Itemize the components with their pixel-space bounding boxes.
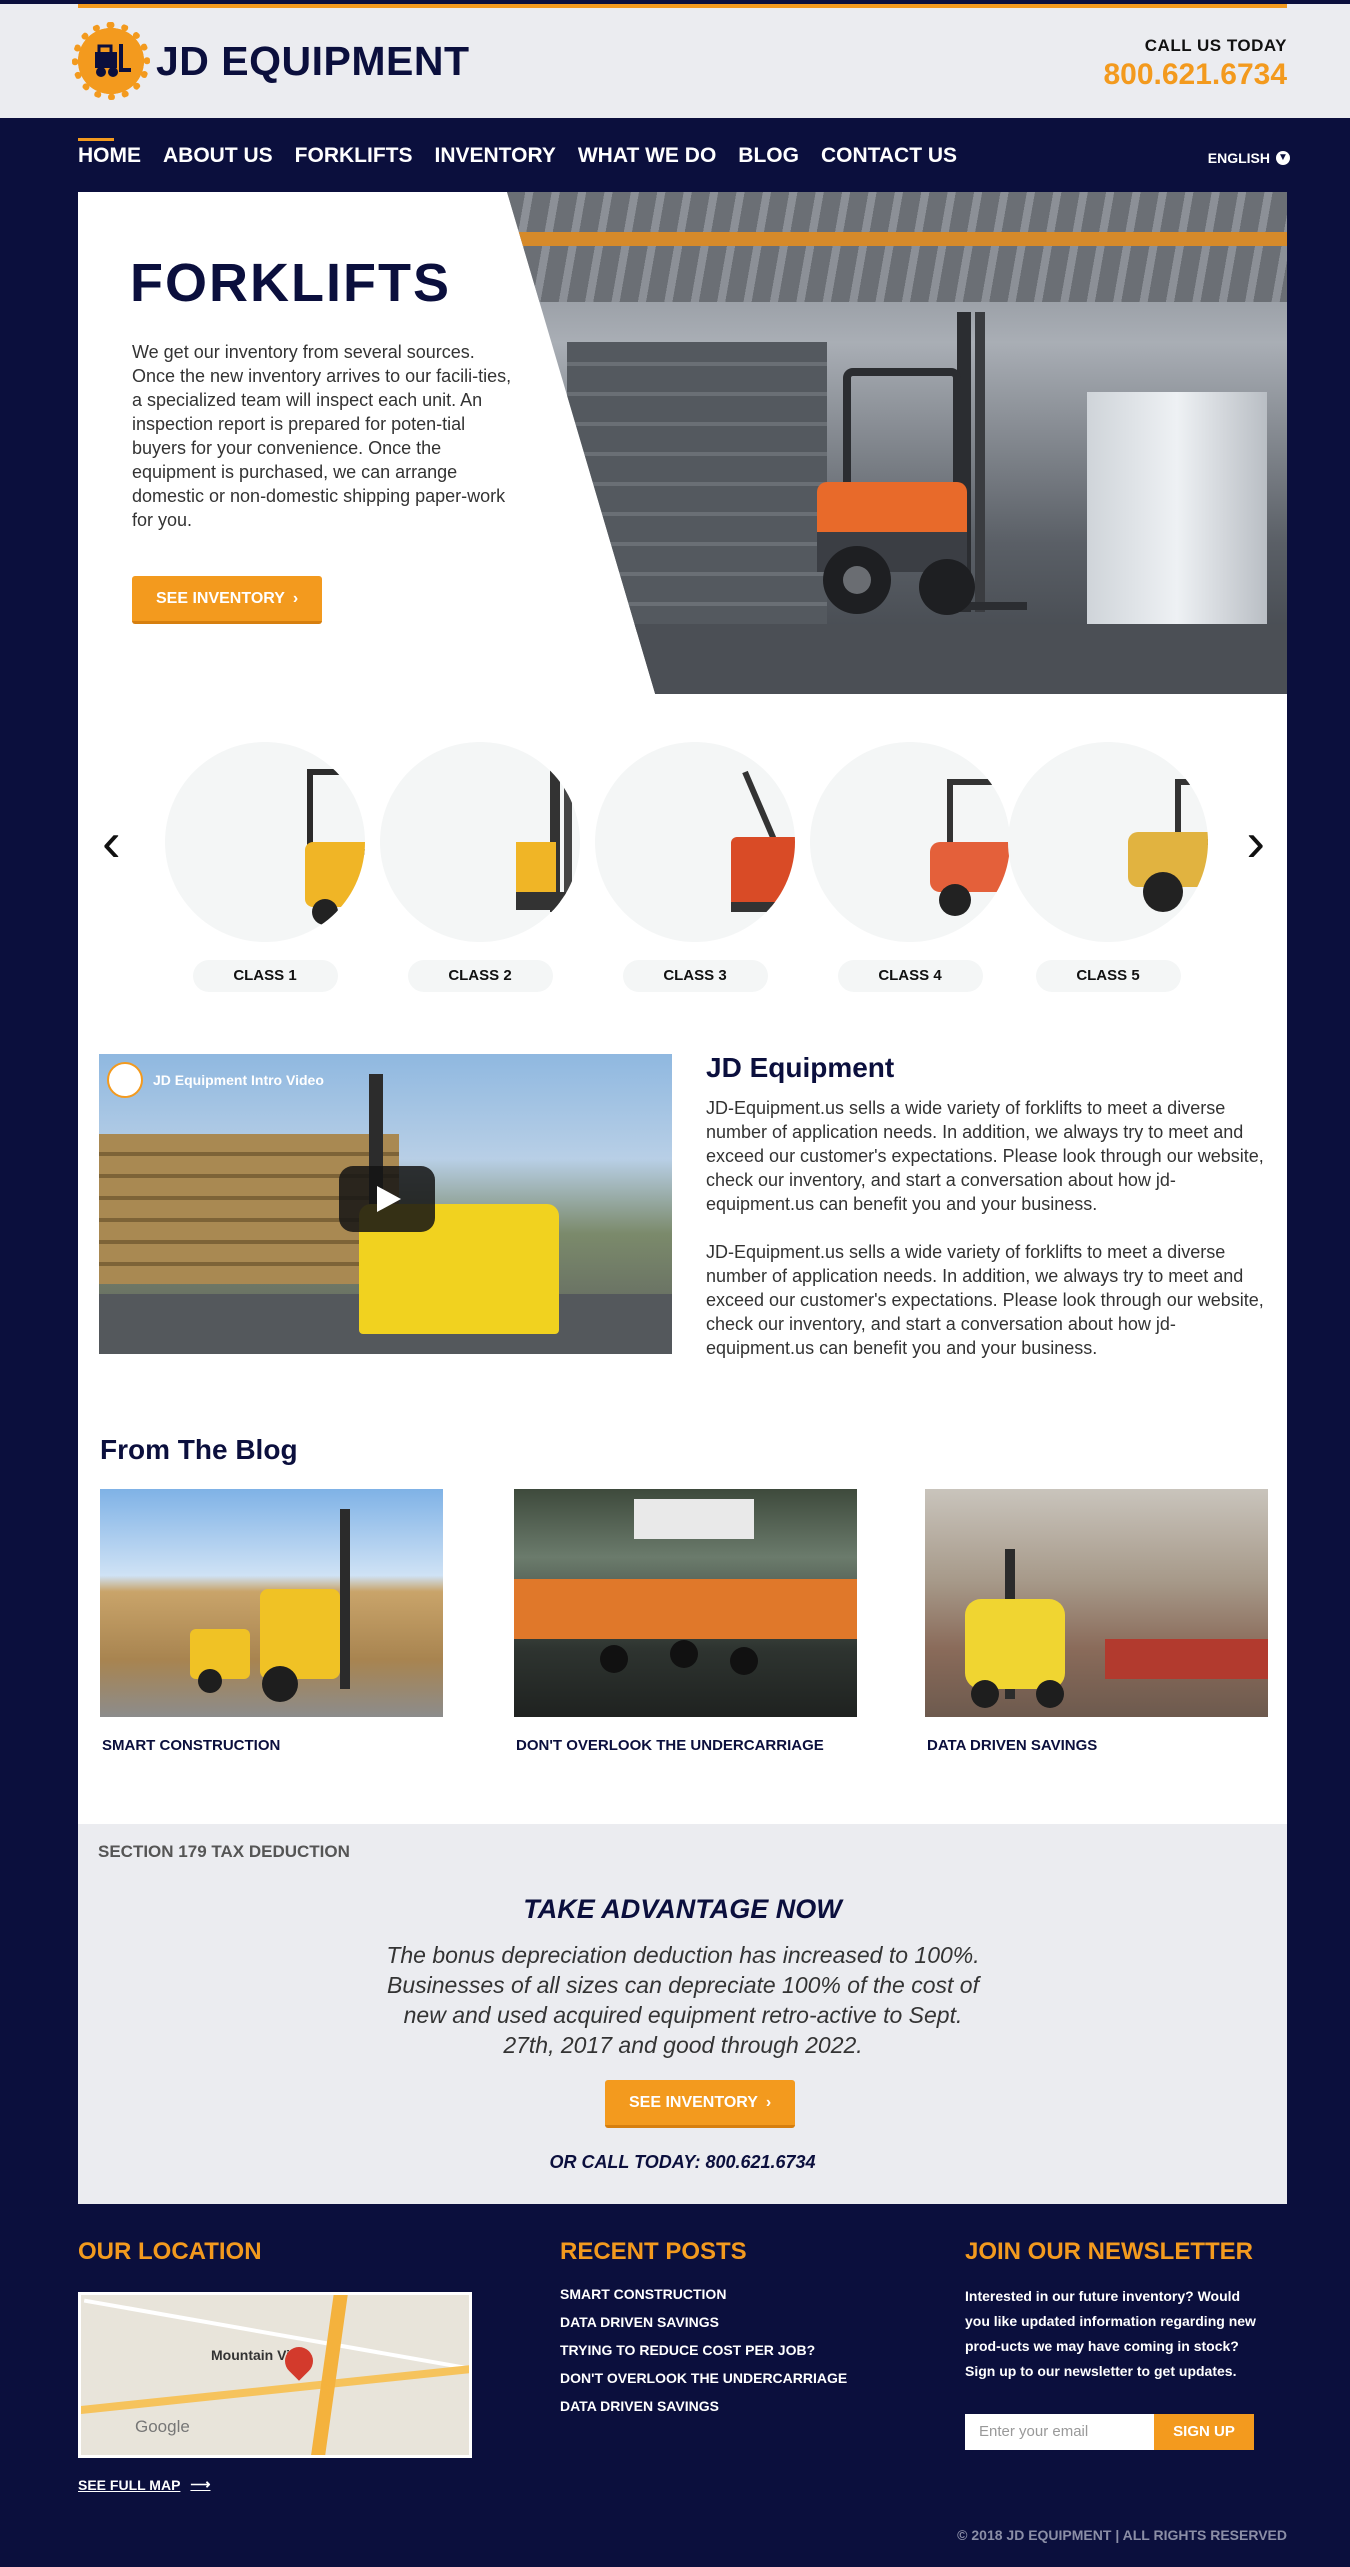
chevron-down-icon: ▼ <box>1276 151 1290 165</box>
map-google-label: Google <box>135 2417 190 2436</box>
nav-item-home[interactable]: HOME <box>78 138 141 168</box>
class-3-image <box>595 742 795 942</box>
newsletter-title: JOIN OUR NEWSLETTER <box>965 2238 1254 2265</box>
nav-item-about-us[interactable]: ABOUT US <box>163 144 273 168</box>
logo-text: JD EQUIPMENT <box>156 37 470 84</box>
blog-post-title: DON'T OVERLOOK THE UNDERCARRIAGE <box>516 1737 824 1754</box>
class-2-image <box>380 742 580 942</box>
class-card[interactable]: CLASS 5 <box>1008 742 1208 992</box>
blog-section: From The Blog SMART CONSTRUCTION DON'T O… <box>78 1424 1287 1824</box>
nav-list: HOME ABOUT US FORKLIFTS INVENTORY WHAT W… <box>78 138 979 168</box>
blog-post-card[interactable]: DON'T OVERLOOK THE UNDERCARRIAGE <box>514 1489 857 1754</box>
class-label: CLASS 2 <box>407 960 553 992</box>
nav-item-what-we-do[interactable]: WHAT WE DO <box>578 144 716 168</box>
arrow-right-icon: ⟶ <box>190 2476 211 2492</box>
about-text: JD Equipment JD-Equipment.us sells a wid… <box>706 1052 1266 1384</box>
blog-post-image <box>514 1489 857 1717</box>
recent-post-link[interactable]: DATA DRIVEN SAVINGS <box>560 2314 847 2330</box>
chevron-right-icon[interactable]: › <box>1246 814 1265 870</box>
location-title: OUR LOCATION <box>78 2238 262 2265</box>
blog-post-image <box>925 1489 1268 1717</box>
copyright: © 2018 JD EQUIPMENT | ALL RIGHTS RESERVE… <box>957 2527 1287 2543</box>
recent-post-link[interactable]: DON'T OVERLOOK THE UNDERCARRIAGE <box>560 2370 847 2386</box>
about-paragraph: JD-Equipment.us sells a wide variety of … <box>706 1242 1264 1358</box>
about-title: JD Equipment <box>706 1052 895 1083</box>
video-title: JD Equipment Intro Video <box>153 1072 324 1088</box>
class-card[interactable]: CLASS 1 <box>165 742 365 992</box>
hero-title: FORKLIFTS <box>130 253 451 313</box>
email-field[interactable]: Enter your email <box>965 2414 1154 2450</box>
nav-item-contact-us[interactable]: CONTACT US <box>821 144 957 168</box>
class-card[interactable]: CLASS 2 <box>380 742 580 992</box>
full-map-label: SEE FULL MAP <box>78 2476 181 2493</box>
sign-up-button[interactable]: SIGN UP <box>1154 2414 1254 2450</box>
tax-heading: TAKE ADVANTAGE NOW <box>523 1894 842 1924</box>
recent-posts-title: RECENT POSTS <box>560 2238 747 2265</box>
main-content: FORKLIFTS We get our inventory from seve… <box>78 192 1287 2204</box>
class-5-image <box>1008 742 1208 942</box>
call-us-label: CALL US TODAY <box>1144 36 1287 55</box>
blog-post-title: SMART CONSTRUCTION <box>102 1737 281 1754</box>
class-label: CLASS 1 <box>192 960 338 992</box>
class-label: CLASS 5 <box>1035 960 1181 992</box>
language-selector[interactable]: ENGLISH ▼ <box>1208 150 1290 166</box>
video-header: JD Equipment Intro Video <box>107 1062 324 1098</box>
top-header: JD EQUIPMENT CALL US TODAY 800.621.6734 <box>0 0 1350 118</box>
blog-post-image <box>100 1489 443 1717</box>
blog-title: From The Blog <box>100 1434 298 1465</box>
intro-video[interactable]: JD Equipment Intro Video <box>99 1054 672 1354</box>
see-inventory-button[interactable]: SEE INVENTORY › <box>132 576 323 624</box>
hero-section: FORKLIFTS We get our inventory from seve… <box>78 192 1287 694</box>
class-label: CLASS 3 <box>622 960 768 992</box>
location-map[interactable]: Mountain View Google <box>78 2292 472 2458</box>
footer-recent-posts: RECENT POSTS SMART CONSTRUCTION DATA DRI… <box>560 2238 847 2426</box>
see-full-map-link[interactable]: SEE FULL MAP ⟶ <box>78 2476 472 2493</box>
nav-item-forklifts[interactable]: FORKLIFTS <box>295 144 413 168</box>
see-inventory-button[interactable]: SEE INVENTORY › <box>605 2080 796 2128</box>
tax-deduction-section: SECTION 179 TAX DEDUCTION TAKE ADVANTAGE… <box>78 1824 1287 2204</box>
tax-section-label: SECTION 179 TAX DEDUCTION <box>98 1842 350 1861</box>
logo[interactable]: JD EQUIPMENT <box>72 22 470 100</box>
about-paragraph: JD-Equipment.us sells a wide variety of … <box>706 1098 1264 1214</box>
class-label: CLASS 4 <box>837 960 983 992</box>
call-today-text: OR CALL TODAY: 800.621.6734 <box>549 2152 816 2172</box>
play-icon[interactable] <box>339 1166 435 1232</box>
class-card[interactable]: CLASS 4 <box>810 742 1010 992</box>
hero-description: We get our inventory from several source… <box>132 342 512 530</box>
recent-post-link[interactable]: SMART CONSTRUCTION <box>560 2286 847 2302</box>
footer-location: OUR LOCATION Mountain View Google SEE FU… <box>78 2238 472 2493</box>
chevron-right-icon: › <box>292 589 299 607</box>
recent-posts-list: SMART CONSTRUCTION DATA DRIVEN SAVINGS T… <box>560 2286 847 2414</box>
recent-post-link[interactable]: DATA DRIVEN SAVINGS <box>560 2398 847 2414</box>
chevron-right-icon: › <box>765 2093 772 2111</box>
see-inventory-label: SEE INVENTORY <box>156 589 285 607</box>
blog-post-card[interactable]: SMART CONSTRUCTION <box>100 1489 443 1754</box>
about-section: JD Equipment Intro Video JD Equipment JD… <box>78 1004 1287 1424</box>
tax-body: The bonus depreciation deduction has inc… <box>386 1942 980 2058</box>
class-card[interactable]: CLASS 3 <box>595 742 795 992</box>
footer: OUR LOCATION Mountain View Google SEE FU… <box>0 2204 1350 2557</box>
main-nav: HOME ABOUT US FORKLIFTS INVENTORY WHAT W… <box>0 118 1350 192</box>
hero-forklift-image <box>507 192 1287 694</box>
blog-post-title: DATA DRIVEN SAVINGS <box>927 1737 1098 1754</box>
gear-forklift-icon <box>72 22 150 100</box>
see-inventory-label: SEE INVENTORY <box>629 2093 758 2111</box>
nav-item-blog[interactable]: BLOG <box>738 144 799 168</box>
class-1-image <box>165 742 365 942</box>
forklift-classes-carousel: ‹ CLASS 1 CLASS 2 CLASS 3 CLASS 4 CLASS … <box>78 694 1287 1004</box>
chevron-left-icon[interactable]: ‹ <box>102 814 121 870</box>
footer-newsletter: JOIN OUR NEWSLETTER Interested in our fu… <box>965 2238 1265 2450</box>
nav-item-inventory[interactable]: INVENTORY <box>435 144 556 168</box>
blog-post-card[interactable]: DATA DRIVEN SAVINGS <box>925 1489 1268 1754</box>
newsletter-text: Interested in our future inventory? Woul… <box>965 2288 1256 2379</box>
header-phone-link[interactable]: 800.621.6734 <box>1103 58 1287 92</box>
recent-post-link[interactable]: TRYING TO REDUCE COST PER JOB? <box>560 2342 847 2358</box>
channel-logo-icon <box>107 1062 143 1098</box>
newsletter-form: Enter your email SIGN UP <box>965 2414 1265 2450</box>
language-label: ENGLISH <box>1207 150 1270 166</box>
call-us-block: CALL US TODAY 800.621.6734 <box>1103 36 1287 92</box>
class-4-image <box>810 742 1010 942</box>
